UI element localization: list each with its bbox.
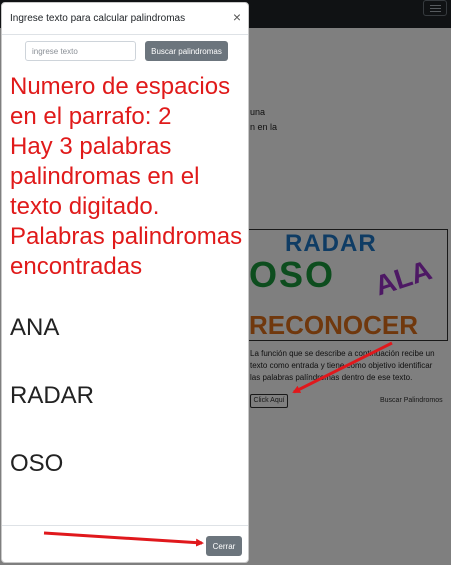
palindrome-count-text: Hay 3 palabras palindromas en el texto d…: [10, 133, 200, 220]
found-words-list: ANA RADAR OSO: [10, 313, 240, 517]
palindrome-modal: Ingrese texto para calcular palindromas …: [1, 2, 249, 563]
modal-header: Ingrese texto para calcular palindromas …: [2, 3, 248, 35]
found-word: OSO: [10, 450, 64, 477]
spaces-count-text: Numero de espacios en el parrafo: 2: [10, 73, 231, 130]
close-icon[interactable]: ×: [230, 10, 244, 24]
search-palindromes-button[interactable]: Buscar palindromas: [145, 41, 228, 61]
modal-footer: Cerrar: [2, 525, 248, 562]
found-word: RADAR: [10, 382, 95, 409]
modal-title: Ingrese texto para calcular palindromas: [10, 13, 186, 24]
found-word: ANA: [10, 314, 60, 341]
close-button[interactable]: Cerrar: [206, 536, 242, 556]
found-heading: Palabras palindromas encontradas: [10, 223, 243, 280]
results-summary: Numero de espacios en el parrafo: 2 Hay …: [10, 72, 248, 282]
search-input[interactable]: [25, 41, 136, 61]
